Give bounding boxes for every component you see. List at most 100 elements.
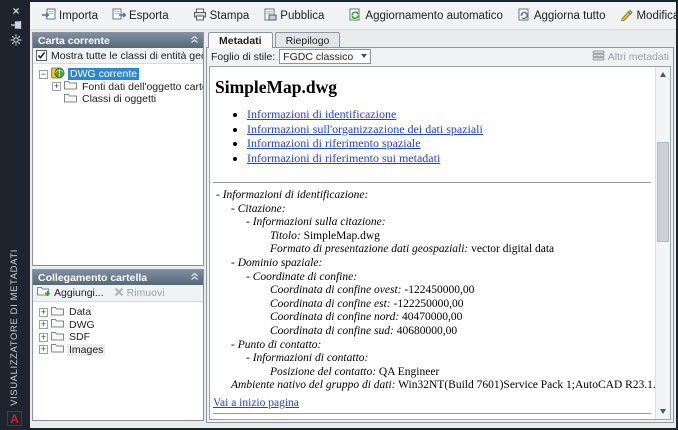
layers-icon (592, 50, 605, 64)
folder-tree-item-label[interactable]: Data (67, 306, 93, 318)
metadata-tabs: Metadati Riepilogo (208, 32, 342, 48)
edit-button-label: Modifica (636, 9, 678, 22)
folder-connect-toolbar: Aggiungi... Rimuovi (33, 285, 203, 302)
expand-expander-icon[interactable] (52, 82, 61, 92)
metadata-line: - Dominio spaziale: (213, 257, 651, 271)
scroll-down-arrow[interactable] (656, 404, 670, 419)
metadata-field-label: Titolo: (270, 229, 301, 242)
tree-item-dwg-corrente[interactable]: DWG corrente (39, 67, 201, 82)
folder-tree-item[interactable]: Images (39, 343, 201, 357)
folder-tree-item[interactable]: SDF (39, 331, 201, 344)
chevron-down-icon (361, 54, 368, 58)
tab-riepilogo[interactable]: Riepilogo (274, 32, 341, 47)
tree-item-label[interactable]: Fonti dati dell'oggetto cartografico (80, 81, 203, 93)
dwg-map-icon (51, 67, 65, 82)
tab-metadati[interactable]: Metadati (208, 32, 273, 48)
export-button[interactable]: Esporta (106, 5, 175, 27)
metadata-field-label: Coordinata di confine est: (270, 297, 391, 310)
expand-expander-icon[interactable] (39, 332, 48, 342)
metadata-field-value: 40680000,00 (393, 324, 458, 337)
tree-item-label[interactable]: DWG corrente (68, 68, 140, 81)
folder-icon (51, 306, 64, 319)
add-folder-button[interactable]: Aggiungi... (37, 286, 104, 300)
export-icon (112, 8, 127, 24)
scrollbar-thumb[interactable] (657, 142, 669, 242)
current-map-panel-header[interactable]: Carta corrente (33, 33, 203, 48)
autocad-logo: A (7, 411, 22, 426)
print-button[interactable]: Stampa (187, 5, 256, 27)
expand-expander-icon[interactable] (39, 345, 48, 355)
collapse-chevron-icon[interactable] (190, 35, 199, 47)
show-all-feature-classes-label: Mostra tutte le classi di entità geograf… (51, 49, 203, 62)
metadata-field-label: - Informazioni sulla citazione: (246, 216, 386, 229)
style-sheet-select[interactable]: FGDC classico (279, 49, 372, 64)
folder-tree-item-label[interactable]: Images (67, 343, 106, 356)
import-button[interactable]: Importa (36, 5, 104, 27)
folder-icon (64, 93, 77, 106)
toc-link[interactable]: Informazioni sull'organizzazione dei dat… (247, 122, 483, 136)
tree-item-fonti-dati[interactable]: Fonti dati dell'oggetto cartografico (39, 81, 203, 94)
publish-button[interactable]: Pubblica (257, 5, 330, 27)
metadata-field-label: Ambiente nativo del gruppo di dati: (231, 379, 396, 392)
toc-link[interactable]: Informazioni di riferimento spaziale (247, 136, 421, 150)
palette-title: VISUALIZZATORE DI METADATI (9, 249, 20, 406)
folder-tree-item-label[interactable]: DWG (67, 319, 97, 331)
metadata-line: - Punto di contatto: (213, 339, 651, 353)
metadata-field-label: - Coordinate di confine: (246, 270, 358, 283)
vertical-scrollbar[interactable] (655, 67, 670, 419)
show-all-feature-classes-checkbox[interactable] (36, 50, 47, 61)
collapse-expander-icon[interactable] (39, 69, 48, 79)
back-to-top-link[interactable]: Vai a inizio pagina (213, 396, 299, 410)
collapse-chevron-icon[interactable] (190, 272, 199, 284)
edit-button[interactable]: Modifica (613, 5, 678, 27)
other-metadata-button[interactable]: Altri metadati (592, 50, 669, 64)
scroll-up-arrow[interactable] (656, 67, 670, 82)
folder-tree-item[interactable]: DWG (39, 319, 201, 332)
auto-refresh-button[interactable]: Aggiornamento automatico (342, 5, 508, 27)
palette-title-strip: × VISUALIZZATORE DI METADATI A (2, 2, 30, 428)
metadata-line: Coordinata di confine nord: 40470000,00 (213, 311, 651, 325)
metadata-field-value: -122250000,00 (390, 297, 464, 310)
folder-connect-panel-header[interactable]: Collegamento cartella (33, 270, 203, 285)
remove-folder-button[interactable]: Rimuovi (114, 287, 165, 300)
metadata-line: - Citazione: (213, 203, 651, 217)
metadata-content-area: SimpleMap.dwg Informazioni di identifica… (209, 66, 671, 420)
expand-expander-icon[interactable] (39, 320, 48, 330)
style-sheet-row: Foglio di stile: FGDC classico Altri met… (207, 48, 673, 65)
remove-x-icon (114, 287, 124, 300)
auto-refresh-button-label: Aggiornamento automatico (365, 9, 503, 22)
expand-expander-icon[interactable] (39, 307, 48, 317)
printer-icon (193, 8, 207, 24)
close-icon[interactable]: × (2, 4, 30, 18)
toc-link[interactable]: Informazioni di riferimento sui metadati (247, 151, 440, 165)
publish-button-label: Pubblica (280, 9, 325, 22)
auto-refresh-icon (348, 8, 362, 24)
metadata-field-value: SimpleMap.dwg (300, 229, 380, 242)
tree-item-classi-oggetti[interactable]: Classi di oggetti (39, 93, 201, 106)
export-button-label: Esporta (129, 9, 169, 22)
toc-item: Informazioni di identificazione (247, 107, 651, 122)
metadata-field-value: 40470000,00 (399, 311, 463, 324)
import-button-label: Importa (59, 9, 98, 22)
toc-link[interactable]: Informazioni di identificazione (247, 107, 396, 121)
metadata-line: - Coordinate di confine: (213, 271, 651, 285)
folder-tree-item-label[interactable]: SDF (67, 331, 92, 343)
pencil-icon (619, 8, 634, 24)
metadata-line: - Informazioni di contatto: (213, 352, 651, 366)
metadata-line: - Informazioni di identificazione: (213, 189, 651, 203)
metadata-line: Posizione del contatto: QA Engineer (213, 366, 651, 380)
metadata-line: Coordinata di confine ovest: -122450000,… (213, 284, 651, 298)
tree-item-label[interactable]: Classi di oggetti (80, 93, 158, 105)
metadata-field-label: - Informazioni di contatto: (246, 352, 369, 365)
metadata-line: Coordinata di confine est: -122250000,00 (213, 298, 651, 312)
add-folder-button-label: Aggiungi... (54, 287, 104, 299)
metadata-line: Ambiente nativo del gruppo di dati: Win3… (213, 379, 655, 393)
publish-icon (263, 8, 277, 24)
refresh-all-button-label: Aggiorna tutto (533, 9, 606, 22)
toc-item: Informazioni sull'organizzazione dei dat… (247, 122, 651, 137)
refresh-all-button[interactable]: Aggiorna tutto (511, 5, 612, 27)
metadata-field-value: -122450000,00 (401, 284, 475, 297)
metadata-field-value: QA Engineer (376, 365, 440, 378)
gear-icon[interactable] (2, 33, 30, 51)
folder-tree-item[interactable]: Data (39, 306, 201, 319)
